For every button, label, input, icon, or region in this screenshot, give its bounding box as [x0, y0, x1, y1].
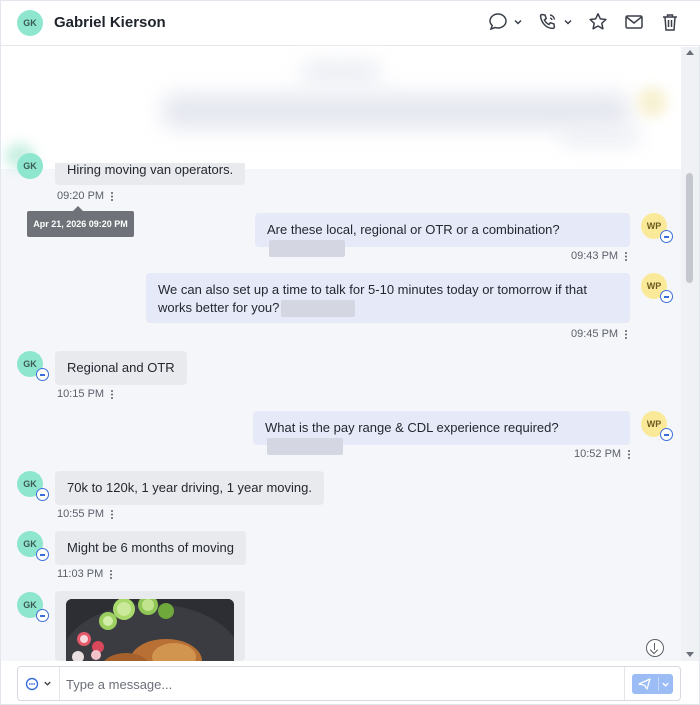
- email-button[interactable]: [623, 11, 645, 33]
- channel-selector[interactable]: [18, 667, 60, 700]
- header-actions: [473, 11, 681, 33]
- message-text: Are these local, regional or OTR or a co…: [267, 222, 560, 237]
- chat-bubble-icon: [489, 13, 507, 31]
- call-menu-button[interactable]: [537, 11, 573, 33]
- message-bubble[interactable]: Regional and OTR: [55, 351, 187, 385]
- scroll-down-arrow[interactable]: [686, 652, 694, 657]
- message-composer: [17, 666, 681, 701]
- mail-icon: [625, 15, 643, 29]
- favorite-button[interactable]: [587, 11, 609, 33]
- message-meta: 10:52 PM: [574, 448, 631, 460]
- message-options-icon[interactable]: [111, 389, 114, 400]
- message-meta: 09:20 PM: [57, 190, 114, 202]
- message-text: We can also set up a time to talk for 5-…: [158, 282, 587, 315]
- message-time: 10:52 PM: [574, 448, 622, 460]
- message-options-icon[interactable]: [625, 251, 628, 262]
- message-options-icon[interactable]: [111, 191, 114, 202]
- contact-avatar: GK: [17, 153, 43, 179]
- food-photo-image: [66, 599, 234, 661]
- chevron-down-icon: [44, 681, 51, 686]
- redacted-text: [269, 240, 345, 258]
- redacted-region: [1, 47, 681, 169]
- chevron-down-icon: [514, 19, 522, 25]
- chevron-down-icon[interactable]: [661, 680, 670, 689]
- message-options-icon[interactable]: [628, 449, 631, 460]
- message-meta: 10:55 PM: [57, 508, 114, 520]
- chevron-down-icon: [564, 19, 572, 25]
- redacted-text: [281, 300, 356, 318]
- conversation-header: GK Gabriel Kierson: [1, 1, 700, 46]
- message-bubble[interactable]: We can also set up a time to talk for 5-…: [146, 273, 630, 323]
- message-bubble[interactable]: 70k to 120k, 1 year driving, 1 year movi…: [55, 471, 324, 505]
- timestamp-tooltip: Apr 21, 2026 09:20 PM: [27, 206, 134, 237]
- message-time: 10:55 PM: [57, 508, 105, 520]
- send-button[interactable]: [632, 673, 673, 694]
- delete-button[interactable]: [659, 11, 681, 33]
- image-message[interactable]: [55, 591, 245, 661]
- send-controls: [624, 667, 680, 700]
- chat-channel-icon: [660, 230, 673, 243]
- message-time: 09:20 PM: [57, 190, 105, 202]
- chat-channel-icon: [36, 548, 49, 561]
- conversation-panel: GK Gabriel Kierson GK Hiring moving van …: [0, 0, 700, 705]
- chat-channel-icon: [36, 368, 49, 381]
- message-meta: 09:43 PM: [571, 250, 628, 262]
- scroll-to-bottom-button[interactable]: [646, 639, 664, 657]
- message-meta: 09:45 PM: [571, 328, 628, 340]
- message-options-icon[interactable]: [625, 329, 628, 340]
- message-time: 09:45 PM: [571, 328, 619, 340]
- scroll-up-arrow[interactable]: [686, 50, 694, 55]
- trash-icon: [663, 14, 677, 31]
- message-time: 09:43 PM: [571, 250, 619, 262]
- message-meta: 10:15 PM: [57, 388, 114, 400]
- chat-channel-icon: [36, 609, 49, 622]
- chat-channel-icon: [36, 488, 49, 501]
- chat-channel-icon: [660, 428, 673, 441]
- chat-menu-button[interactable]: [487, 11, 523, 33]
- message-options-icon[interactable]: [111, 509, 114, 520]
- food-photo[interactable]: [66, 599, 234, 661]
- chat-channel-icon: [25, 677, 39, 690]
- message-bubble[interactable]: Might be 6 months of moving: [55, 531, 246, 565]
- vertical-scrollbar[interactable]: [681, 47, 699, 661]
- contact-name: Gabriel Kierson: [54, 14, 166, 31]
- redacted-text: [267, 438, 343, 456]
- contact-avatar: GK: [17, 592, 49, 622]
- message-bubble[interactable]: Are these local, regional or OTR or a co…: [255, 213, 630, 258]
- contact-avatar: GK: [17, 471, 49, 501]
- scrollbar-thumb[interactable]: [686, 173, 693, 283]
- contact-avatar: GK: [17, 351, 49, 381]
- star-icon: [589, 13, 607, 30]
- send-icon: [638, 677, 651, 690]
- message-input[interactable]: [66, 674, 606, 694]
- message-time: 11:03 PM: [57, 568, 104, 580]
- my-avatar: WP: [641, 213, 673, 243]
- contact-avatar: GK: [17, 10, 43, 36]
- message-text: What is the pay range & CDL experience r…: [265, 420, 559, 435]
- message-bubble[interactable]: What is the pay range & CDL experience r…: [253, 411, 630, 456]
- chat-channel-icon: [660, 290, 673, 303]
- contact-avatar: GK: [17, 531, 49, 561]
- phone-icon: [539, 13, 556, 30]
- message-time: 10:15 PM: [57, 388, 105, 400]
- my-avatar: WP: [641, 411, 673, 441]
- my-avatar: WP: [641, 273, 673, 303]
- message-meta: 11:03 PM: [57, 568, 113, 580]
- message-options-icon[interactable]: [110, 569, 113, 580]
